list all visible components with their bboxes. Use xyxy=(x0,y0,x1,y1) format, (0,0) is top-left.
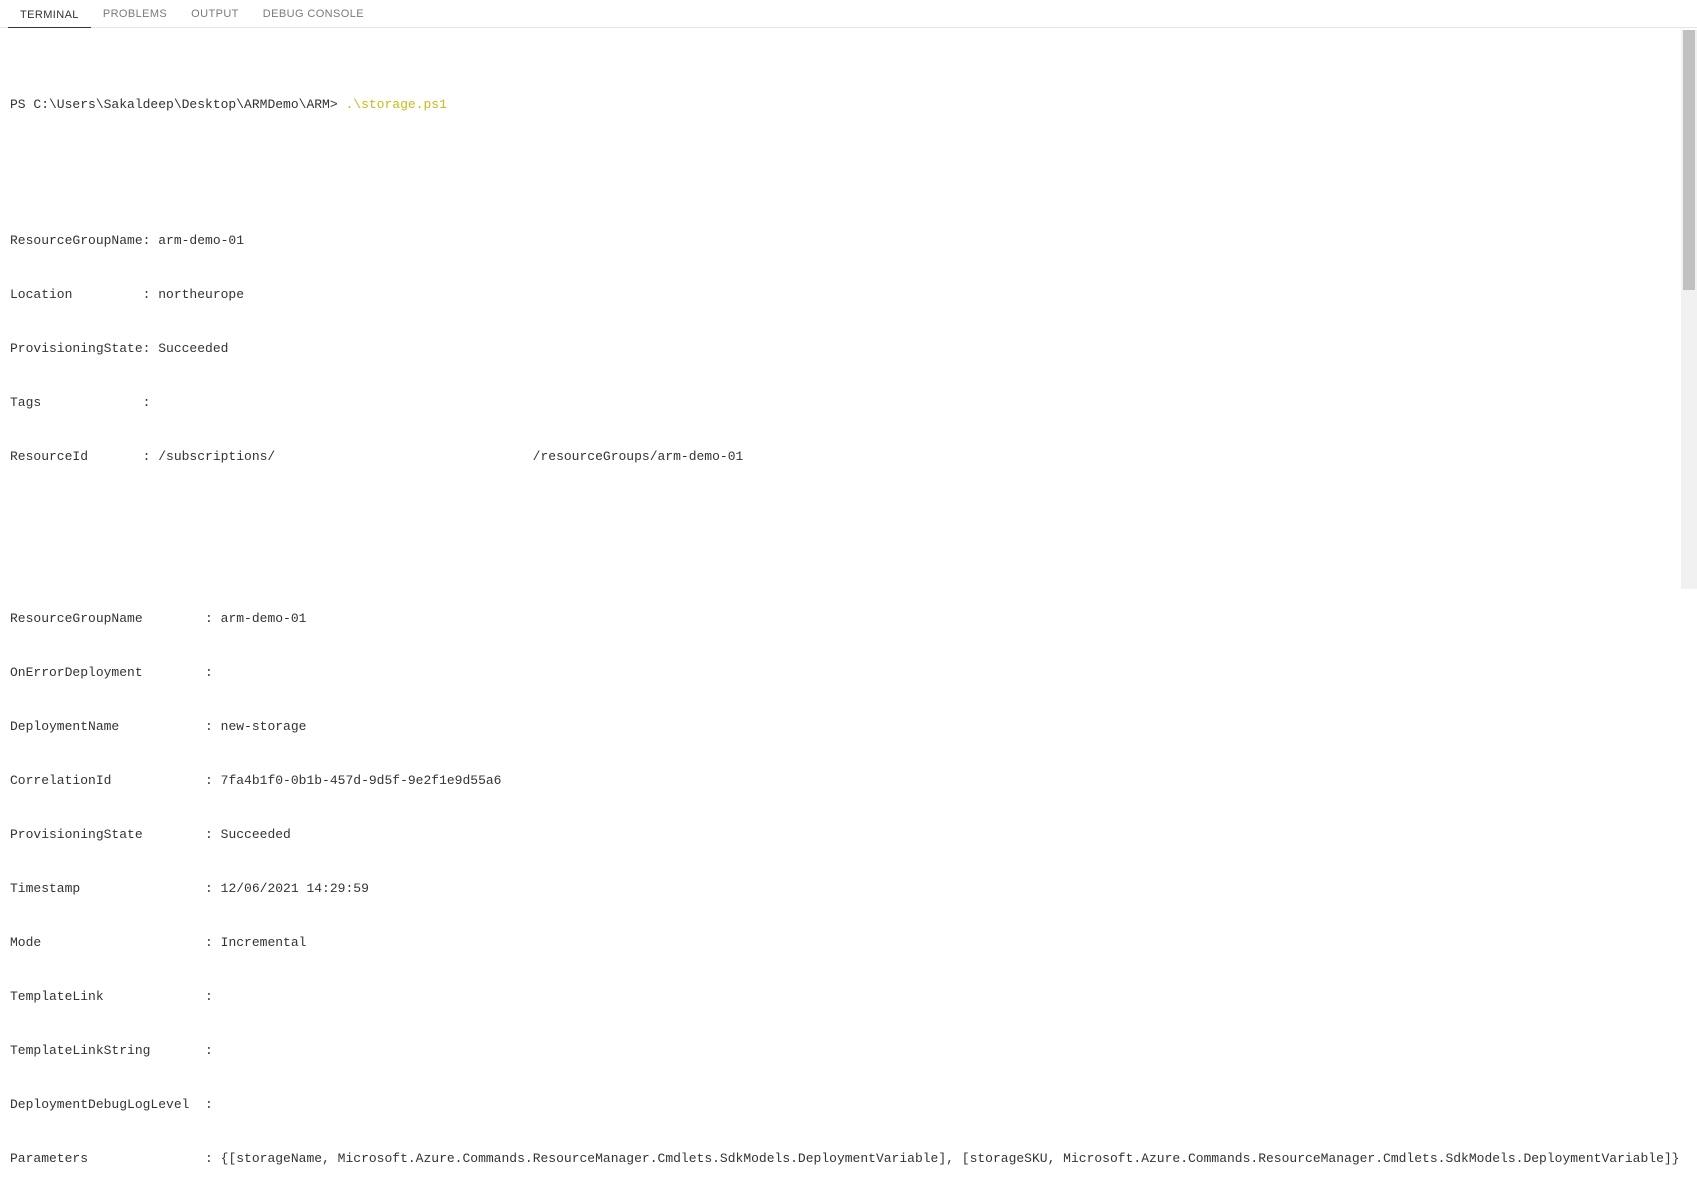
value: northeurope xyxy=(158,286,244,304)
value: 7fa4b1f0-0b1b-457d-9d5f-9e2f1e9d55a6 xyxy=(221,772,502,790)
prompt-line: PS C:\Users\Sakaldeep\Desktop\ARMDemo\AR… xyxy=(10,96,1687,124)
colon: : xyxy=(205,1042,221,1060)
terminal-view[interactable]: PS C:\Users\Sakaldeep\Desktop\ARMDemo\AR… xyxy=(0,28,1697,1178)
label: Timestamp xyxy=(10,880,205,898)
label: TemplateLinkString xyxy=(10,1042,205,1060)
value: 12/06/2021 14:29:59 xyxy=(221,880,369,898)
tab-terminal[interactable]: TERMINAL xyxy=(8,5,91,28)
vertical-scrollbar[interactable] xyxy=(1681,30,1697,589)
label: Parameters xyxy=(10,1150,205,1168)
colon: : xyxy=(205,988,221,1006)
colon: : xyxy=(205,880,221,898)
colon: : xyxy=(205,934,221,952)
tab-output[interactable]: OUTPUT xyxy=(179,4,251,27)
scrollbar-thumb[interactable] xyxy=(1683,30,1695,290)
colon: : xyxy=(205,664,221,682)
label: Mode xyxy=(10,934,205,952)
label: CorrelationId xyxy=(10,772,205,790)
value: {[storageName, Microsoft.Azure.Commands.… xyxy=(221,1150,1680,1168)
colon: : xyxy=(143,232,159,250)
value: arm-demo-01 xyxy=(221,610,307,628)
output-block-deployment: ResourceGroupName: arm-demo-01 OnErrorDe… xyxy=(10,574,1687,1178)
label: ProvisioningState xyxy=(10,340,143,358)
panel-tabs: TERMINAL PROBLEMS OUTPUT DEBUG CONSOLE xyxy=(0,0,1697,28)
label: DeploymentName xyxy=(10,718,205,736)
value: /subscriptions/ /resourceGroups/arm-demo… xyxy=(158,448,743,466)
prompt-prefix: PS C:\Users\Sakaldeep\Desktop\ARMDemo\AR… xyxy=(10,97,345,112)
colon: : xyxy=(205,1096,221,1114)
value: Incremental xyxy=(221,934,307,952)
value: new-storage xyxy=(221,718,307,736)
value: arm-demo-01 xyxy=(158,232,244,250)
output-block-resourcegroup: ResourceGroupName: arm-demo-01 Location:… xyxy=(10,196,1687,502)
colon: : xyxy=(205,718,221,736)
label: Tags xyxy=(10,394,143,412)
colon: : xyxy=(205,610,221,628)
value: Succeeded xyxy=(158,340,228,358)
colon: : xyxy=(143,286,159,304)
colon: : xyxy=(143,394,159,412)
label: ResourceId xyxy=(10,448,143,466)
colon: : xyxy=(205,772,221,790)
value: Succeeded xyxy=(221,826,291,844)
label: ResourceGroupName xyxy=(10,232,143,250)
tab-problems[interactable]: PROBLEMS xyxy=(91,4,179,27)
label: OnErrorDeployment xyxy=(10,664,205,682)
label: TemplateLink xyxy=(10,988,205,1006)
label: ResourceGroupName xyxy=(10,610,205,628)
colon: : xyxy=(143,340,159,358)
colon: : xyxy=(143,448,159,466)
colon: : xyxy=(205,826,221,844)
label: Location xyxy=(10,286,143,304)
label: DeploymentDebugLogLevel xyxy=(10,1096,205,1114)
prompt-command: .\storage.ps1 xyxy=(345,97,446,112)
colon: : xyxy=(205,1150,221,1168)
tab-debug-console[interactable]: DEBUG CONSOLE xyxy=(251,4,376,27)
label: ProvisioningState xyxy=(10,826,205,844)
